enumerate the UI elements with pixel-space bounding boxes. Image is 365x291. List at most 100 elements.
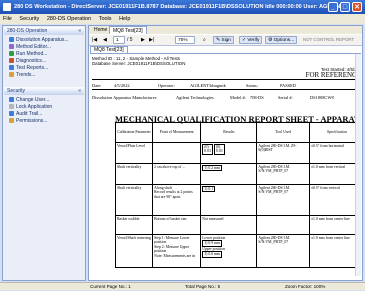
status-label: Status:	[246, 83, 258, 88]
menu-file[interactable]: File	[3, 16, 12, 22]
sidebar-item-permissions[interactable]: Permissions...	[9, 118, 47, 125]
diagnostics-icon	[9, 58, 14, 63]
database-server: Database Server: JCE01911F1B\DSSOLUTION	[92, 61, 186, 66]
sidebar-item-change-user[interactable]: Change User...	[9, 97, 49, 104]
cell-param: Basket wobble	[114, 215, 154, 235]
search-icon[interactable]: ⌕	[203, 36, 206, 44]
sidebar-section-security[interactable]: Security «	[4, 87, 84, 95]
page-number-input[interactable]: 1	[113, 36, 125, 44]
options-button[interactable]: ⚙ Options...	[265, 36, 298, 44]
permissions-icon	[9, 118, 14, 123]
audit-icon	[9, 111, 14, 116]
sidebar-item-label: Diagnostics...	[16, 58, 47, 64]
operator-label: Operator:	[158, 83, 175, 88]
sidebar-item-label: Run Method...	[16, 51, 48, 57]
close-button[interactable]: ✕	[352, 2, 362, 12]
sidebar-item-label: Method Editor...	[16, 44, 52, 50]
verify-button[interactable]: ✓ Verify	[239, 36, 263, 44]
sidebar-item-run-method[interactable]: Run Method...	[9, 51, 47, 58]
sidebar-section-operation[interactable]: 280-DS Operation «	[4, 27, 84, 35]
result-value: 1) 0.1	[202, 186, 216, 193]
col-header-parameter: Calibration Parameter	[114, 122, 154, 143]
sign-button[interactable]: ✎ Sign	[213, 36, 234, 44]
model-value: 708-DS	[250, 95, 264, 100]
cell-results: Not measured	[200, 215, 258, 235]
sidebar: 280-DS Operation « Dissolution Apparatus…	[2, 25, 86, 281]
next-page-icon[interactable]: ▶	[141, 36, 145, 44]
report-icon	[9, 65, 14, 70]
user-icon	[9, 97, 14, 102]
tab-mq8-test[interactable]: MQ8 Test[23]	[109, 26, 147, 34]
cell-point: Bottom of basket rim	[152, 215, 202, 235]
cell-spec: ±1.0 mm from center line	[308, 215, 361, 235]
manufacturer-label: Dissolution Apparatus Manufacturer:	[92, 95, 158, 100]
sidebar-item-trends[interactable]: Trends...	[9, 72, 36, 79]
col-header-tool: Tool Used	[256, 122, 310, 143]
menu-bar: File Security 280-DS Operation Tools Hel…	[0, 14, 365, 24]
divider	[92, 89, 361, 90]
verify-label: Verify	[247, 38, 260, 43]
editor-icon	[9, 44, 14, 49]
maximize-button[interactable]: □	[340, 2, 350, 12]
prev-page-icon[interactable]: ◀	[103, 36, 107, 44]
result-value: 1) 0.6 mm	[202, 251, 222, 258]
result-value: 1) 0.2 mm	[202, 165, 222, 172]
sidebar-item-diagnostics[interactable]: Diagnostics...	[9, 58, 46, 65]
window-title-bar[interactable]: 280 DS Workstation - DirectServer: JCE01…	[0, 0, 365, 14]
document-scrollbar[interactable]	[355, 54, 361, 276]
cell-tool: Agilent 280-DS I.M. S/N:VM_PBTP_07	[256, 163, 310, 185]
sidebar-item-test-reports[interactable]: Test Reports...	[9, 65, 48, 72]
options-label: Options...	[273, 38, 295, 43]
last-page-icon[interactable]: ▶|	[149, 36, 154, 44]
collapse-icon[interactable]: «	[78, 87, 81, 95]
table-row: Shaft verticality 2 cm above top of ... …	[114, 163, 361, 185]
app-icon	[3, 3, 11, 11]
sidebar-item-audit-trail[interactable]: Audit Trail...	[9, 111, 42, 118]
menu-help[interactable]: Help	[119, 16, 130, 22]
options-icon: ⚙	[268, 38, 273, 43]
cell-results: (0) 0.03 (0) 0.03	[200, 142, 258, 164]
tab-home[interactable]: Home	[91, 26, 110, 34]
sidebar-item-label: Test Reports...	[16, 65, 49, 71]
serial-value: DS1808CW8	[310, 95, 334, 100]
menu-280ds-operation[interactable]: 280-DS Operation	[47, 16, 91, 22]
operator-value: AGILENT\bhugmik	[190, 83, 226, 88]
for-reference-watermark: FOR REFERENCE	[305, 71, 361, 79]
status-value: PASSED	[280, 83, 296, 88]
sidebar-item-method-editor[interactable]: Method Editor...	[9, 44, 51, 51]
run-icon	[9, 51, 14, 56]
menu-tools[interactable]: Tools	[99, 16, 112, 22]
sidebar-item-lock-application[interactable]: Lock Application	[9, 104, 52, 111]
date-label: Date:	[92, 83, 102, 88]
menu-security[interactable]: Security	[19, 16, 39, 22]
zoom-select[interactable]: 75%	[175, 36, 195, 44]
lock-icon	[9, 104, 14, 109]
cell-tool: Agilent 280-DS I.M. Z9-6(0)BIST	[256, 142, 310, 164]
sidebar-item-label: Dissolution Apparatus...	[16, 37, 69, 43]
first-page-icon[interactable]: |◀	[92, 36, 97, 44]
cell-spec: ±0.5° from vertical	[308, 184, 361, 216]
report-toolbar: |◀ ◀ 1 / 5 ▶ ▶| 75% ⌕ ✎ Sign ✓ Verify ⚙ …	[89, 35, 362, 46]
date-value: 4/5/2022	[114, 83, 130, 88]
sidebar-item-label: Permissions...	[16, 118, 48, 124]
result-value: (0) 0.03	[202, 144, 213, 155]
tab-strip: Home MQ8 Test[23]	[89, 26, 362, 34]
trends-icon	[9, 72, 14, 77]
table-row: Shaft verticality Along shaft Record res…	[114, 184, 361, 216]
cell-spec: ±0.5° from horizontal	[308, 142, 361, 164]
sign-label: Sign	[221, 38, 231, 43]
cell-spec: ±1.0 mm from center line	[308, 234, 361, 268]
cell-tool: Agilent 280-DS I.M. S/N:VM_PBTP_07	[256, 184, 310, 216]
minimize-button[interactable]: _	[328, 2, 338, 12]
sidebar-section-title: Security	[7, 88, 26, 94]
status-bar: Current Page No.: 1 Total Page No.: 5 Zo…	[0, 282, 365, 290]
sidebar-item-dissolution-apparatus[interactable]: Dissolution Apparatus...	[9, 37, 69, 44]
collapse-icon[interactable]: «	[78, 27, 81, 35]
cell-results: 1) 0.1	[200, 184, 258, 216]
model-label: Model #:	[230, 95, 246, 100]
cell-param: Shaft verticality	[114, 163, 154, 185]
cell-results: Lower position 1) 0.9 mm Upper position …	[200, 234, 258, 268]
cell-point	[152, 142, 202, 164]
cell-spec: ±1.0 mm from vertical	[308, 163, 361, 185]
apparatus-icon	[9, 37, 14, 42]
